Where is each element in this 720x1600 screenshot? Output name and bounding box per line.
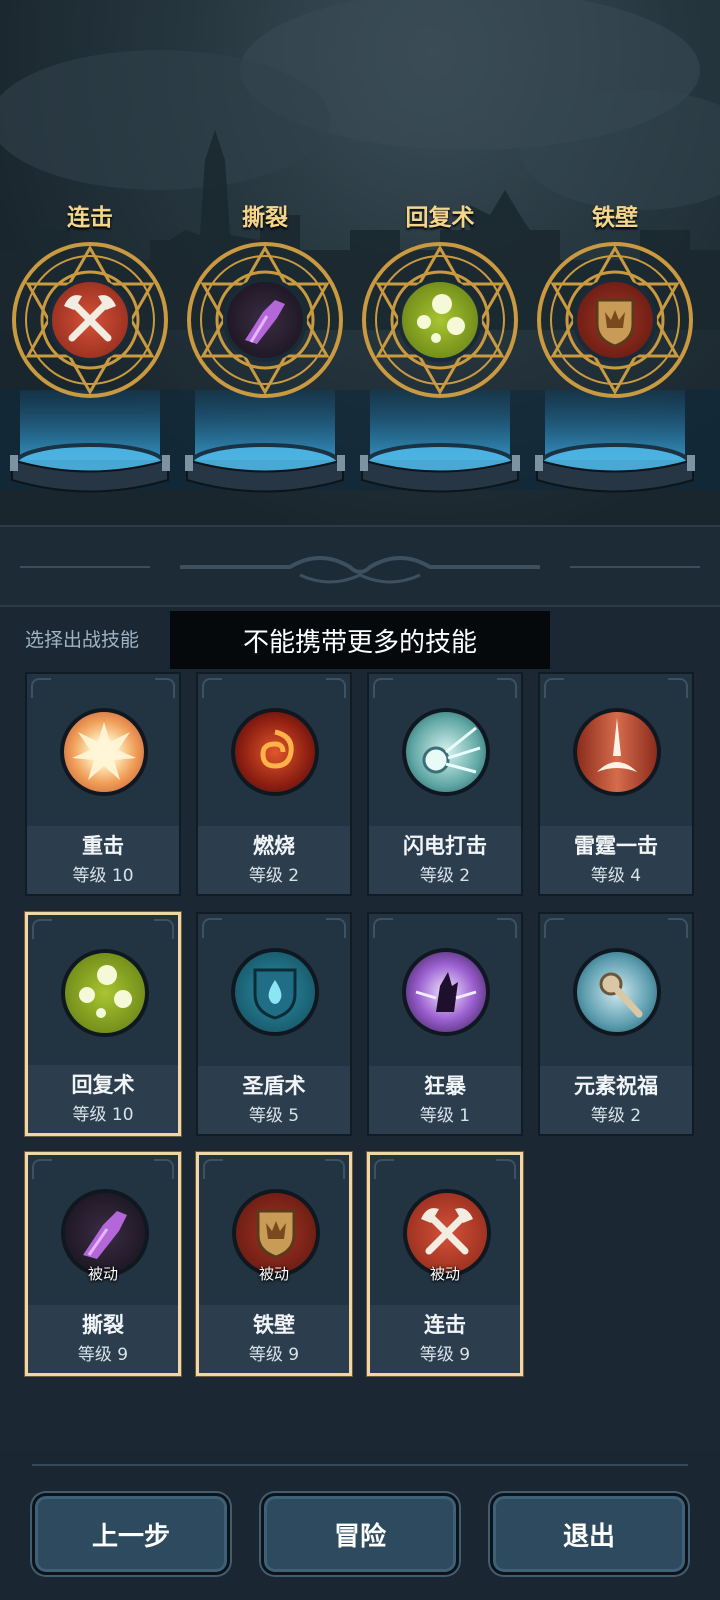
skill-name: 回复术 <box>71 1073 135 1097</box>
card-corner <box>497 918 517 938</box>
card-corner <box>496 1159 516 1179</box>
green-orbs-icon <box>61 949 149 1037</box>
passive-tag: 被动 <box>87 1265 118 1283</box>
skill-level: 等级 2 <box>248 866 300 886</box>
card-corner <box>202 918 222 938</box>
purple-rage-icon <box>402 948 490 1036</box>
equipped-slot-title: 连击 <box>67 205 113 231</box>
skill-name: 圣盾术 <box>242 1074 306 1098</box>
card-corner <box>202 678 222 698</box>
skill-name: 铁壁 <box>253 1313 295 1337</box>
skill-name: 燃烧 <box>253 834 295 858</box>
crossed-axes-icon <box>48 278 132 362</box>
equipped-slot-title: 铁壁 <box>592 205 638 231</box>
skill-card[interactable]: 狂暴 等级 1 <box>367 912 523 1136</box>
purple-claw-icon <box>223 278 307 362</box>
skill-name: 元素祝福 <box>574 1074 658 1098</box>
card-corner <box>544 678 564 698</box>
skill-card[interactable]: 元素祝福 等级 2 <box>538 912 694 1136</box>
skill-name: 连击 <box>424 1313 466 1337</box>
skill-card[interactable]: 雷霆一击 等级 4 <box>538 672 694 896</box>
skill-name: 重击 <box>82 834 124 858</box>
pedestal <box>185 390 345 493</box>
skill-level: 等级 1 <box>419 1106 471 1126</box>
magic-circle <box>185 240 345 400</box>
card-corner <box>668 918 688 938</box>
toast-message: 不能携带更多的技能 <box>170 611 550 669</box>
card-corner <box>203 1159 223 1179</box>
skill-level: 等级 2 <box>419 866 471 886</box>
magic-circle <box>360 240 520 400</box>
pedestal <box>10 390 170 493</box>
card-corner <box>155 678 175 698</box>
card-corner <box>668 678 688 698</box>
skill-level: 等级 10 <box>72 866 134 886</box>
footer-divider <box>32 1464 688 1466</box>
skill-name: 狂暴 <box>424 1074 466 1098</box>
card-corner <box>326 918 346 938</box>
card-corner <box>325 1159 345 1179</box>
pedestal <box>360 390 520 493</box>
card-corner <box>31 678 51 698</box>
back-button[interactable]: 上一步 <box>32 1493 230 1575</box>
passive-tag: 被动 <box>429 1265 460 1283</box>
pedestal <box>535 390 695 493</box>
select-skills-label: 选择出战技能 <box>25 629 140 651</box>
thunder-strike-icon <box>573 708 661 796</box>
card-corner <box>32 1159 52 1179</box>
divider-band <box>0 525 720 607</box>
card-corner <box>544 918 564 938</box>
shield-crown-icon <box>573 278 657 362</box>
skill-card[interactable]: 燃烧 等级 2 <box>196 672 352 896</box>
card-corner <box>326 678 346 698</box>
equipped-slot[interactable]: 铁壁 <box>527 0 703 525</box>
card-corner <box>374 1159 394 1179</box>
equipped-slot[interactable]: 回复术 <box>352 0 528 525</box>
skill-level: 等级 9 <box>248 1345 300 1365</box>
staff-blessing-icon <box>573 948 661 1036</box>
equipped-skills-scene: 连击 撕裂 回复术 铁壁 <box>0 0 720 525</box>
exit-button[interactable]: 退出 <box>490 1493 688 1575</box>
skill-name: 闪电打击 <box>403 834 487 858</box>
water-shield-icon <box>231 948 319 1036</box>
skill-card-selected[interactable]: 被动 铁壁 等级 9 <box>196 1152 352 1376</box>
skill-card-selected[interactable]: 被动 连击 等级 9 <box>367 1152 523 1376</box>
skill-level: 等级 9 <box>419 1345 471 1365</box>
skill-card[interactable]: 圣盾术 等级 5 <box>196 912 352 1136</box>
skill-level: 等级 2 <box>590 1106 642 1126</box>
equipped-slot[interactable]: 连击 <box>2 0 178 525</box>
adventure-button[interactable]: 冒险 <box>261 1493 459 1575</box>
passive-tag: 被动 <box>258 1265 289 1283</box>
skill-card-selected[interactable]: 被动 撕裂 等级 9 <box>25 1152 181 1376</box>
skill-name: 撕裂 <box>82 1313 124 1337</box>
equipped-slot-title: 撕裂 <box>242 205 288 231</box>
skill-card[interactable]: 重击 等级 10 <box>25 672 181 896</box>
card-corner <box>154 1159 174 1179</box>
card-corner <box>373 678 393 698</box>
fire-swirl-icon <box>231 708 319 796</box>
lightning-orb-icon <box>402 708 490 796</box>
impact-burst-icon <box>60 708 148 796</box>
card-corner <box>373 918 393 938</box>
green-orbs-icon <box>398 278 482 362</box>
skill-name: 雷霆一击 <box>574 834 658 858</box>
card-corner <box>32 919 52 939</box>
skill-level: 等级 9 <box>77 1345 129 1365</box>
magic-circle <box>535 240 695 400</box>
skill-card-selected[interactable]: 回复术 等级 10 <box>25 912 181 1136</box>
skill-level: 等级 5 <box>248 1106 300 1126</box>
skill-level: 等级 10 <box>72 1105 134 1125</box>
skill-level: 等级 4 <box>590 866 642 886</box>
skill-card[interactable]: 闪电打击 等级 2 <box>367 672 523 896</box>
card-corner <box>154 919 174 939</box>
card-corner <box>497 678 517 698</box>
equipped-slot[interactable]: 撕裂 <box>177 0 353 525</box>
magic-circle <box>10 240 170 400</box>
equipped-slot-title: 回复术 <box>405 205 475 231</box>
